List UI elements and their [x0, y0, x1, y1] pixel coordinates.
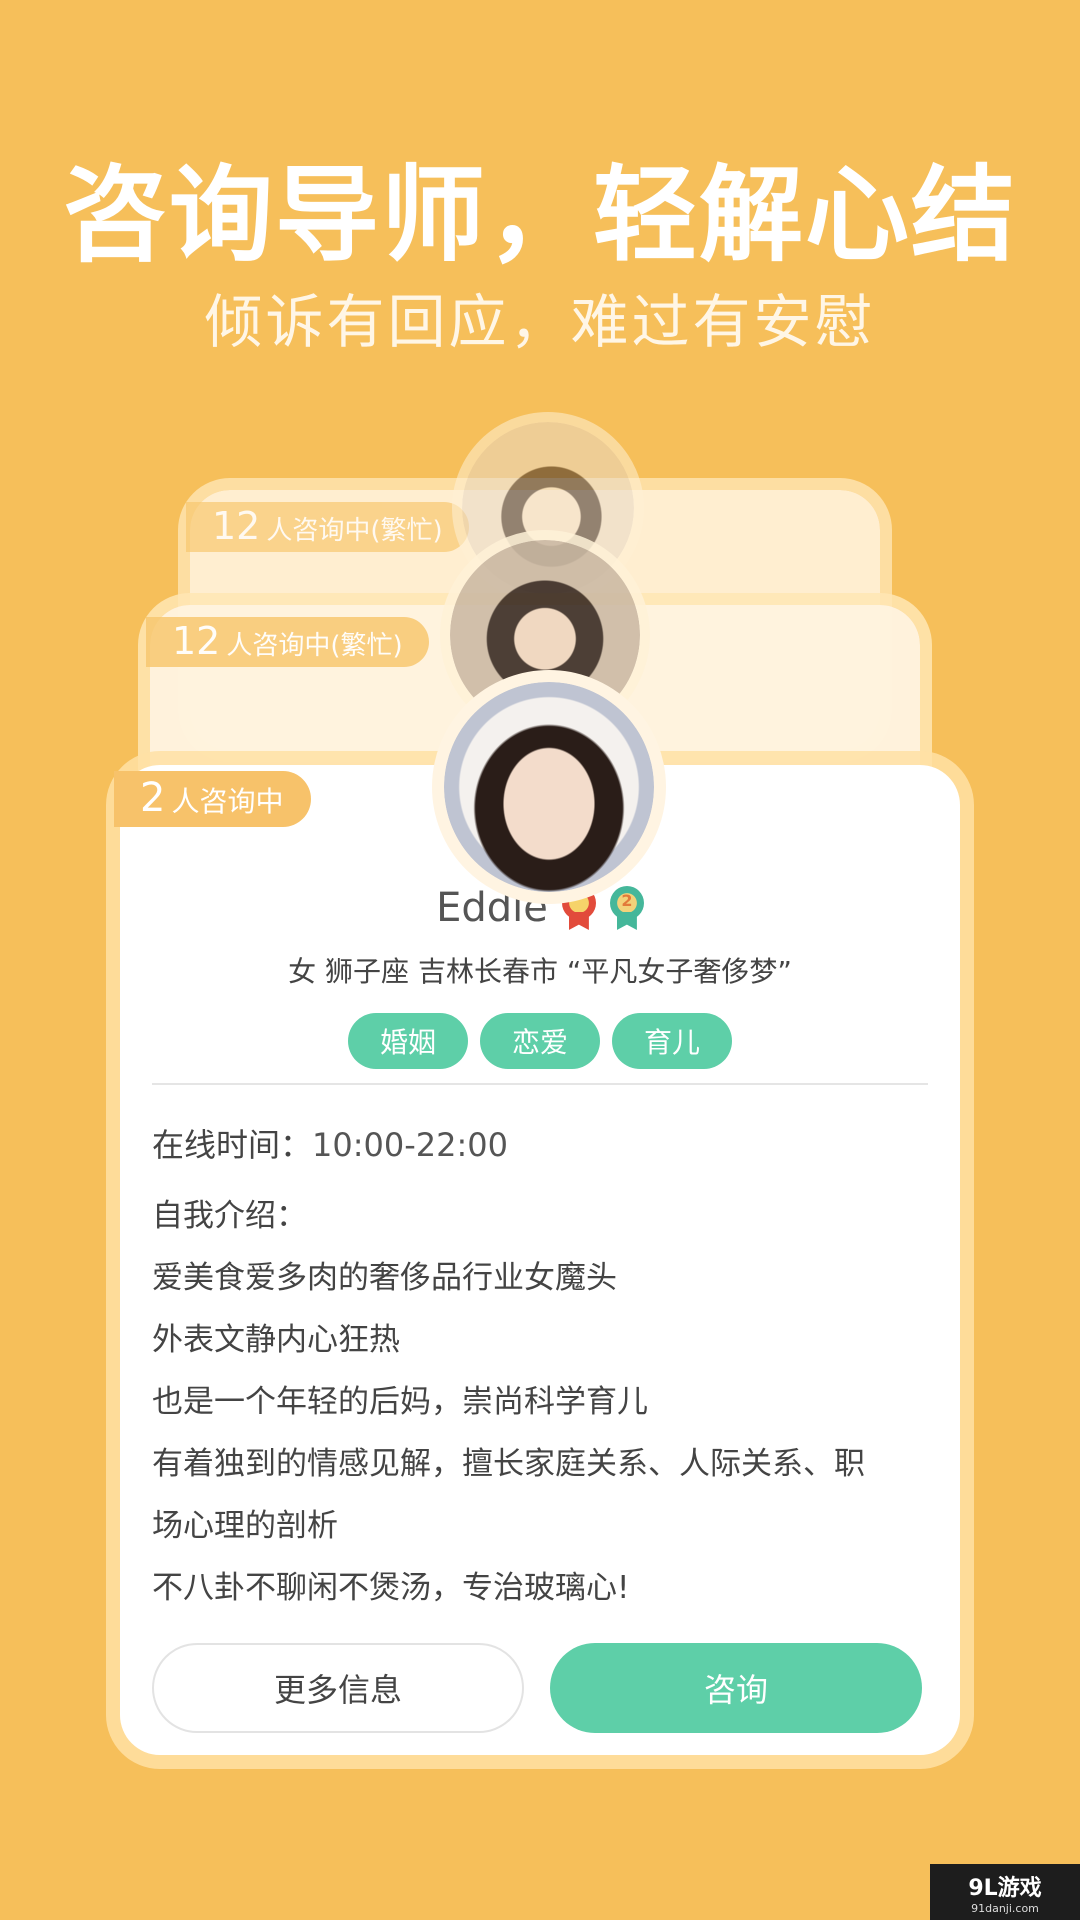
counselor-info: 女 狮子座 吉林长春市 “平凡女子奢侈梦”	[288, 955, 792, 988]
online-time-value: 10:00-22:00	[312, 1126, 508, 1164]
intro-line: 爱美食爱多肉的奢侈品行业女魔头	[152, 1260, 617, 1296]
watermark-logo: 9L游戏 91danji.com	[930, 1864, 1080, 1920]
watermark-url: 91danji.com	[971, 1901, 1039, 1915]
tag-marriage: 婚姻	[348, 1013, 468, 1069]
tag-parenting: 育儿	[612, 1013, 732, 1069]
consult-count: 12	[172, 619, 221, 663]
counselor-card: 2 人咨询中 Eddie 2 女 狮子座 吉林长春市 “平凡女子奢侈梦” 婚姻 恋…	[114, 765, 960, 1755]
consult-status: 人咨询中	[171, 785, 284, 818]
more-info-button[interactable]: 更多信息	[152, 1643, 524, 1733]
intro-line: 有着独到的情感见解，擅长家庭关系、人际关系、职	[152, 1446, 865, 1482]
consult-count: 12	[212, 504, 261, 548]
medal-green-icon: 2	[609, 886, 644, 930]
avatar-photo	[444, 682, 654, 892]
consult-count: 2	[140, 775, 166, 821]
consult-count-tag: 2 人咨询中	[114, 771, 312, 827]
divider	[152, 1083, 928, 1085]
subheadline: 倾诉有回应，难过有安慰	[204, 288, 876, 356]
consult-button[interactable]: 咨询	[550, 1643, 922, 1733]
intro-line: 外表文静内心狂热	[152, 1322, 400, 1358]
watermark-text: 9L游戏	[968, 1875, 1042, 1901]
self-intro: 自我介绍： 爱美食爱多肉的奢侈品行业女魔头 外表文静内心狂热 也是一个年轻的后妈…	[152, 1185, 942, 1619]
counselor-avatar[interactable]	[432, 670, 666, 904]
intro-label: 自我介绍：	[152, 1198, 307, 1234]
online-label: 在线时间：	[152, 1126, 313, 1164]
intro-line: 不八卦不聊闲不煲汤，专治玻璃心!	[152, 1570, 630, 1606]
specialty-tags: 婚姻 恋爱 育儿	[120, 1013, 960, 1069]
consult-status: 人咨询中(繁忙)	[226, 631, 403, 661]
online-time: 在线时间：10:00-22:00	[152, 1120, 508, 1166]
tag-love: 恋爱	[480, 1013, 600, 1069]
intro-line: 场心理的剖析	[152, 1508, 338, 1544]
consult-count-tag: 12 人咨询中(繁忙)	[186, 502, 469, 552]
consult-status: 人咨询中(繁忙)	[266, 516, 443, 546]
consult-count-tag: 12 人咨询中(繁忙)	[146, 617, 429, 667]
headline: 咨询导师，轻解心结	[62, 154, 1017, 276]
intro-line: 也是一个年轻的后妈，崇尚科学育儿	[152, 1384, 648, 1420]
medal-label: 2	[621, 891, 633, 910]
